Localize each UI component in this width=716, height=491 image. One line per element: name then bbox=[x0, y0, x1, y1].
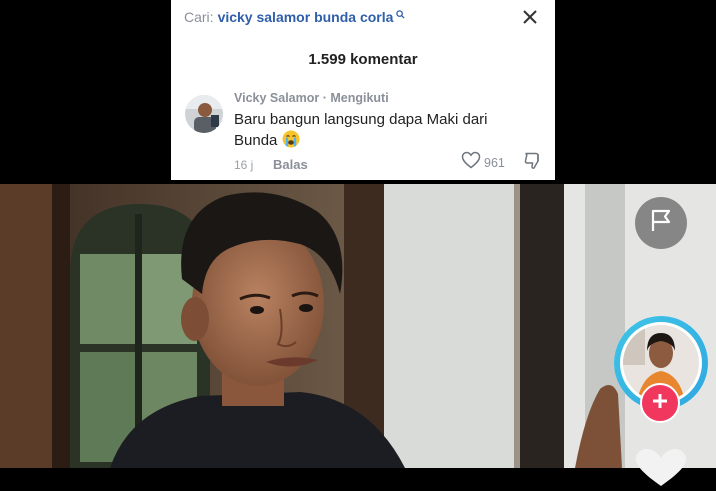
heart-icon[interactable] bbox=[630, 449, 692, 490]
flag-icon[interactable] bbox=[648, 208, 674, 239]
like-button[interactable]: 961 bbox=[461, 151, 505, 174]
report-button[interactable] bbox=[635, 197, 687, 249]
heart-outline-icon[interactable] bbox=[461, 151, 481, 174]
like-count: 961 bbox=[484, 155, 505, 170]
comment-count: 1.599 komentar bbox=[308, 51, 418, 68]
comment-card: Cari: vicky salamor bunda corla 1.599 ko… bbox=[171, 0, 555, 180]
plus-icon[interactable] bbox=[650, 391, 670, 416]
meta-separator: · bbox=[319, 91, 331, 105]
like-video-button[interactable] bbox=[630, 446, 692, 486]
search-icon[interactable] bbox=[396, 6, 405, 22]
reply-button[interactable]: Balas bbox=[273, 157, 308, 172]
comment-author[interactable]: Vicky Salamor bbox=[234, 91, 319, 105]
top-bar: Cari: vicky salamor bunda corla 1.599 ko… bbox=[0, 0, 716, 184]
follow-button[interactable] bbox=[640, 383, 680, 423]
comment-meta: Vicky Salamor · Mengikuti bbox=[234, 91, 389, 105]
search-row[interactable]: Cari: vicky salamor bunda corla bbox=[184, 9, 405, 25]
comment-time: 16 j bbox=[234, 158, 254, 172]
close-icon[interactable] bbox=[520, 7, 540, 27]
avatar[interactable] bbox=[185, 95, 223, 133]
comment-text: Baru bangun langsung dapa Maki dari Bund… bbox=[234, 111, 488, 149]
search-label: Cari: bbox=[184, 9, 214, 25]
comment-body: Baru bangun langsung dapa Maki dari Bund… bbox=[234, 109, 534, 154]
video-frame[interactable] bbox=[0, 184, 716, 468]
thumbs-down-icon[interactable] bbox=[523, 151, 543, 176]
crying-emoji-icon bbox=[282, 130, 300, 154]
follow-status: Mengikuti bbox=[330, 91, 389, 105]
search-query[interactable]: vicky salamor bunda corla bbox=[218, 9, 394, 25]
